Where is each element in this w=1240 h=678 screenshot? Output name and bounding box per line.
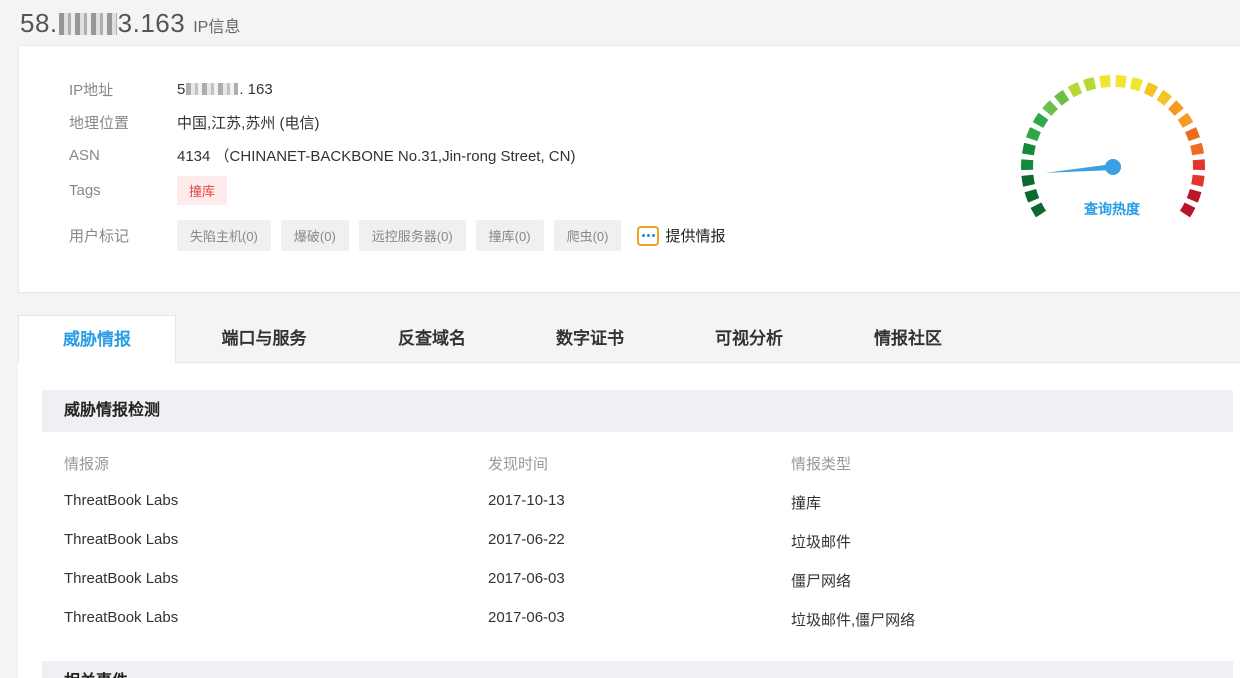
gauge-segment (1067, 82, 1083, 98)
ip-value-suffix: . 163 (239, 81, 273, 98)
cell-time: 2017-06-22 (488, 531, 565, 548)
cell-type: 撞库 (791, 495, 822, 512)
cell-time: 2017-06-03 (488, 570, 565, 587)
section-title-related-events: 相关事件 (42, 661, 1233, 678)
user-mark-button[interactable]: 爆破(0) (280, 220, 349, 251)
gauge-segment (1190, 142, 1204, 156)
gauge-needle (1045, 164, 1114, 173)
gauge-segment (1143, 82, 1159, 98)
gauge-segment (1021, 174, 1035, 187)
tab-reverse-domain[interactable]: 反查域名 (352, 315, 512, 363)
ip-suffix: 3.163 (117, 8, 186, 38)
info-label: Tags (69, 182, 101, 199)
info-label: ASN (69, 147, 100, 164)
user-mark-button[interactable]: 失陷主机(0) (177, 220, 271, 251)
info-value-asn: 4134 （CHINANET-BACKBONE No.31,Jin-rong S… (177, 148, 576, 165)
gauge-segment (1032, 112, 1049, 128)
info-row-user-marks: 用户标记 失陷主机(0) 爆破(0) 远控服务器(0) 撞库(0) 爬虫(0) … (69, 220, 725, 251)
chat-icon (637, 225, 660, 246)
ip-value-prefix: 5 (177, 81, 186, 98)
tab-bar: 威胁情报 端口与服务 反查域名 数字证书 可视分析 情报社区 (18, 315, 1240, 364)
cell-type: 垃圾邮件,僵尸网络 (791, 612, 916, 629)
tab-certificates[interactable]: 数字证书 (510, 315, 670, 363)
gauge-segment (1156, 89, 1172, 106)
gauge-segment (1099, 75, 1111, 88)
user-mark-button[interactable]: 爬虫(0) (553, 220, 622, 251)
redacted-ip-segment (186, 83, 239, 95)
column-header-type: 情报类型 (791, 456, 852, 473)
gauge-segment (1024, 189, 1040, 203)
info-value-ip: 5 . 163 (177, 81, 273, 98)
redacted-ip-segment (58, 13, 117, 35)
tab-visual-analysis[interactable]: 可视分析 (669, 315, 829, 363)
info-label: 地理位置 (69, 115, 130, 132)
cell-source: ThreatBook Labs (64, 492, 179, 509)
gauge-segment (1082, 77, 1097, 92)
page-subtitle: IP信息 (193, 19, 241, 36)
section-title-threat-detection: 威胁情报检测 (42, 390, 1233, 432)
gauge-segment (1185, 127, 1201, 142)
tab-ports-services[interactable]: 端口与服务 (184, 315, 344, 363)
gauge-segment (1115, 75, 1127, 88)
cell-type: 垃圾邮件 (791, 534, 852, 551)
column-header-time: 发现时间 (488, 456, 549, 473)
gauge-segment (1168, 100, 1184, 116)
cell-source: ThreatBook Labs (64, 570, 179, 587)
gauge-segment (1022, 142, 1036, 156)
info-label: IP地址 (69, 82, 114, 99)
gauge-segment (1021, 159, 1034, 171)
gauge-segment (1129, 77, 1144, 92)
gauge-label: 查询热度 (1084, 201, 1140, 217)
user-mark-button[interactable]: 远控服务器(0) (358, 220, 466, 251)
gauge-segment (1179, 202, 1196, 218)
info-row-tags: Tags 撞库 (69, 176, 228, 205)
gauge-hub (1105, 159, 1121, 175)
info-label: 用户标记 (69, 228, 130, 245)
gauge-segment (1054, 89, 1070, 106)
tab-intel-community[interactable]: 情报社区 (828, 315, 988, 363)
query-heat-gauge (1021, 75, 1205, 218)
gauge-segment (1030, 202, 1047, 218)
gauge-segment (1025, 127, 1041, 142)
page-title-ip: 58. 3.163 (20, 8, 185, 39)
cell-source: ThreatBook Labs (64, 531, 179, 548)
tab-content: 威胁情报检测 情报源 发现时间 情报类型 ThreatBook Labs 201… (18, 363, 1240, 678)
cell-time: 2017-06-03 (488, 609, 565, 626)
provide-intel-label: 提供情报 (665, 228, 726, 245)
gauge-segment (1042, 100, 1058, 116)
column-header-source: 情报源 (64, 456, 110, 473)
page-header: 58. 3.163 IP信息 (20, 8, 240, 42)
provide-intel-button[interactable]: 提供情报 (637, 225, 725, 246)
gauge-segment (1177, 112, 1194, 128)
user-mark-button[interactable]: 撞库(0) (475, 220, 544, 251)
info-row-location: 地理位置 中国,江苏,苏州 (电信) (69, 112, 320, 133)
cell-time: 2017-10-13 (488, 492, 565, 509)
gauge-segment (1192, 159, 1205, 171)
tag-badge[interactable]: 撞库 (177, 176, 228, 205)
tab-threat-intel[interactable]: 威胁情报 (18, 315, 176, 364)
info-row-ip: IP地址 5 . 163 (69, 79, 273, 100)
info-value-location: 中国,江苏,苏州 (电信) (177, 115, 320, 132)
cell-type: 僵尸网络 (791, 573, 852, 590)
info-row-asn: ASN 4134 （CHINANET-BACKBONE No.31,Jin-ro… (69, 145, 575, 166)
gauge-segment (1191, 174, 1205, 187)
ip-prefix: 58. (20, 8, 58, 38)
cell-source: ThreatBook Labs (64, 609, 179, 626)
gauge-segment (1186, 189, 1202, 203)
